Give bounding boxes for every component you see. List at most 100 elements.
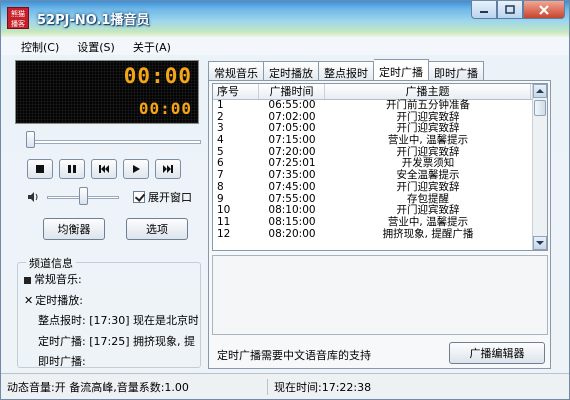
seek-slider-thumb[interactable] (26, 131, 35, 148)
cell-time: 07:45:00 (268, 180, 316, 193)
table-row[interactable]: 11 08:15:00 营业中, 温馨提示 (213, 215, 547, 229)
table-header: 序号 广播时间 广播主题 (213, 84, 547, 100)
previous-button[interactable] (91, 159, 117, 179)
volume-icon (28, 192, 38, 202)
info-row-scheduled-broadcast: 定时广播: [17:25] 拥挤现象, 提 (38, 335, 195, 348)
menu-settings[interactable]: 设置(S) (69, 37, 125, 55)
play-button[interactable] (123, 159, 149, 179)
player-panel: 00:00 00:00 展开窗口 均衡器 选项 频道信息 常规音乐: ✕ 定时播… (9, 58, 201, 368)
status-bar: 动态音量:开 备流高峰,音量系数:1.00 现在时间:17:22:38 (1, 373, 569, 399)
scroll-down-button[interactable] (533, 236, 547, 250)
column-header-time[interactable]: 广播时间 (259, 84, 325, 99)
info-row-music: 常规音乐: (24, 271, 82, 287)
window-controls (471, 1, 565, 21)
chevron-up-icon (536, 89, 544, 93)
tab-instant-broadcast[interactable]: 即时广播 (429, 61, 484, 80)
cell-no: 12 (217, 227, 231, 240)
stop-icon (36, 165, 44, 173)
next-button[interactable] (155, 159, 181, 179)
broadcast-table: 序号 广播时间 广播主题 1 06:55:00 开门前五分钟准备 2 07:02:00 开… (212, 83, 548, 251)
minimize-button[interactable] (471, 1, 497, 19)
tts-requirement-note: 定时广播需要中文语音库的支持 (217, 349, 371, 362)
seek-track[interactable] (27, 140, 201, 144)
tab-hourly-chime[interactable]: 整点报时 (319, 61, 374, 80)
minimize-icon (480, 10, 488, 13)
table-row[interactable]: 10 08:10:00 开门迎宾致辞 (213, 204, 547, 217)
cell-time: 07:15:00 (268, 134, 316, 147)
table-row[interactable]: 6 07:25:01 开发票须知 (213, 158, 547, 170)
square-icon (24, 276, 31, 284)
previous-icon (99, 165, 109, 173)
channel-info-group: 频道信息 常规音乐: ✕ 定时播放: 整点报时: [17:30] 现在是北京时 定… (17, 255, 201, 368)
title-bar[interactable]: 熊猫播客 52PJ-NO.1播音员 (1, 1, 570, 37)
tab-bar: 常规音乐 定时播放 整点报时 定时广播 即时广播 (208, 59, 484, 80)
broadcast-content-box[interactable] (212, 255, 548, 335)
pause-icon (68, 165, 76, 173)
chevron-down-icon (536, 241, 544, 245)
status-volume: 动态音量:开 备流高峰,音量系数:1.00 (7, 381, 189, 394)
status-clock: 现在时间:17:22:38 (267, 379, 371, 395)
table-row[interactable]: 5 07:20:00 开门迎宾致辞 (213, 146, 547, 159)
tab-scheduled-play[interactable]: 定时播放 (264, 61, 319, 80)
info-label: 定时播放: (35, 294, 83, 307)
stop-button[interactable] (27, 159, 53, 179)
table-scrollbar[interactable] (532, 84, 547, 250)
expand-window-label: 展开窗口 (148, 191, 192, 204)
pause-button[interactable] (59, 159, 85, 179)
column-header-topic[interactable]: 广播主题 (325, 84, 531, 99)
cell-time: 08:15:00 (268, 215, 316, 228)
info-row-hourly: 整点报时: [17:30] 现在是北京时 (38, 314, 198, 327)
transport-controls (27, 159, 181, 179)
menu-bar: 控制(C) 设置(S) 关于(A) (1, 37, 569, 55)
table-row[interactable]: 7 07:35:00 安全温馨提示 (213, 169, 547, 182)
cell-no: 11 (217, 215, 231, 228)
expand-window-toggle[interactable]: 展开窗口 (133, 189, 192, 205)
menu-control[interactable]: 控制(C) (13, 37, 69, 55)
cell-no: 8 (217, 180, 224, 193)
lcd-time-main: 00:00 (123, 64, 192, 88)
equalizer-button[interactable]: 均衡器 (43, 218, 105, 240)
window-title: 52PJ-NO.1播音员 (37, 13, 150, 28)
broadcast-tab-panel: 序号 广播时间 广播主题 1 06:55:00 开门前五分钟准备 2 07:02:00 开… (208, 80, 551, 369)
table-body: 1 06:55:00 开门前五分钟准备 2 07:02:00 开门迎宾致辞 3 07:05:0… (213, 99, 547, 241)
cell-topic: 开门迎宾致辞 (396, 180, 460, 193)
play-icon (133, 165, 140, 173)
restore-icon (505, 5, 515, 14)
info-row-scheduled-play: ✕ 定时播放: (24, 292, 83, 308)
info-row-instant: 即时广播: (38, 355, 86, 368)
main-window: 熊猫播客 52PJ-NO.1播音员 控制(C) 设置(S) 关于(A) 00:0… (0, 0, 570, 400)
table-row[interactable]: 4 07:15:00 营业中, 温馨提示 (213, 134, 547, 147)
tab-regular-music[interactable]: 常规音乐 (208, 61, 264, 80)
next-icon (163, 165, 173, 173)
table-row[interactable]: 8 07:45:00 开门迎宾致辞 (213, 180, 547, 194)
lcd-display: 00:00 00:00 (15, 60, 199, 124)
table-row[interactable]: 9 07:55:00 存包提醒 (213, 193, 547, 206)
lcd-time-sub: 00:00 (138, 99, 192, 118)
table-row[interactable]: 1 06:55:00 开门前五分钟准备 (213, 99, 547, 112)
cell-time: 06:55:00 (268, 99, 316, 111)
table-row[interactable]: 2 07:02:00 开门迎宾致辞 (213, 111, 547, 124)
cell-time: 08:20:00 (268, 227, 316, 240)
volume-slider-thumb[interactable] (79, 187, 88, 205)
menu-about[interactable]: 关于(A) (125, 37, 181, 55)
close-icon (539, 4, 549, 15)
channel-info-title: 频道信息 (26, 255, 76, 271)
scroll-thumb[interactable] (534, 100, 546, 116)
broadcast-editor-button[interactable]: 广播编辑器 (449, 342, 545, 364)
cell-topic: 营业中, 温馨提示 (387, 215, 469, 228)
options-button[interactable]: 选项 (126, 218, 188, 240)
table-row[interactable]: 3 07:05:00 开门迎宾致辞 (213, 123, 547, 135)
table-row[interactable]: 12 08:20:00 拥挤现象, 提醒广播 (213, 227, 547, 241)
expand-window-checkbox[interactable] (133, 191, 145, 203)
cell-no: 1 (217, 99, 224, 111)
close-button[interactable] (523, 1, 565, 19)
info-label: 常规音乐: (34, 273, 82, 286)
cross-icon: ✕ (24, 294, 34, 307)
app-icon: 熊猫播客 (7, 7, 29, 29)
cell-no: 4 (217, 134, 224, 147)
restore-button[interactable] (497, 1, 523, 19)
cell-topic: 拥挤现象, 提醒广播 (382, 227, 474, 240)
scroll-up-button[interactable] (533, 84, 547, 98)
column-header-no[interactable]: 序号 (213, 84, 259, 99)
tab-scheduled-broadcast[interactable]: 定时广播 (374, 59, 429, 80)
